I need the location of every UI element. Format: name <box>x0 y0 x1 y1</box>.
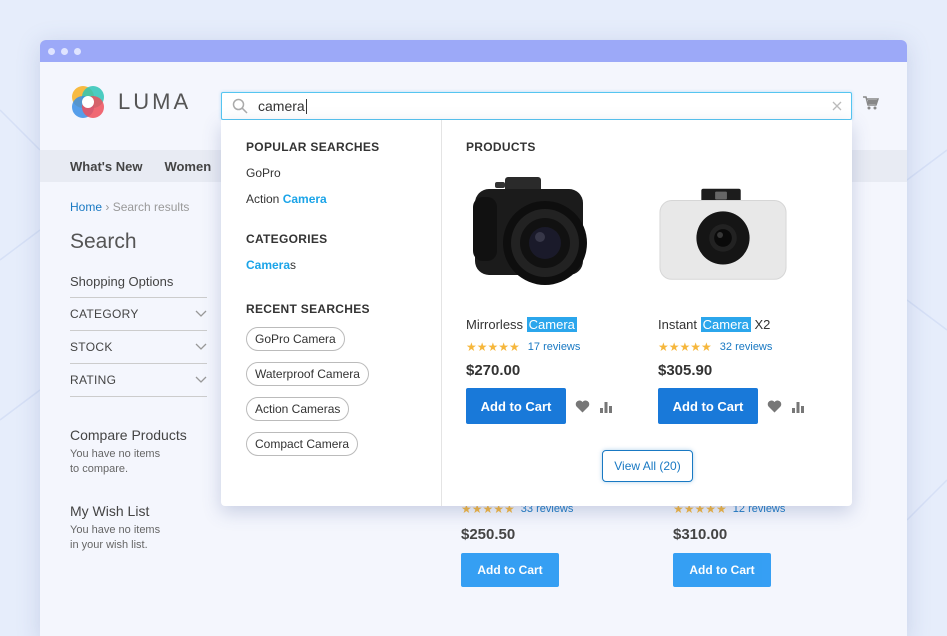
product-actions: Add to Cart <box>466 388 646 424</box>
breadcrumb-separator-icon: › <box>105 200 110 214</box>
heart-icon[interactable] <box>767 400 782 413</box>
filter-label: RATING <box>70 373 117 387</box>
nav-item-whats-new[interactable]: What's New <box>70 159 142 174</box>
add-to-cart-button[interactable]: Add to Cart <box>673 553 771 587</box>
suggestion-text: GoPro <box>246 166 281 180</box>
product-name-match: Camera <box>526 317 577 332</box>
products-title: PRODUCTS <box>466 140 536 154</box>
search-input[interactable]: camera <box>258 98 307 115</box>
view-all-button[interactable]: View All (20) <box>602 450 693 482</box>
compare-chart-icon[interactable] <box>791 400 805 413</box>
product-card: Mirrorless Camera ★★★★★ 17 reviews $270.… <box>466 170 646 424</box>
luma-logo-icon <box>72 86 104 118</box>
search-icon <box>232 98 248 114</box>
search-input-value: camera <box>258 97 305 114</box>
product-rating: ★★★★★ 32 reviews <box>658 340 838 354</box>
recent-search-pill[interactable]: Waterproof Camera <box>246 362 369 386</box>
sidebar: Home › Search results Search Shopping Op… <box>70 200 207 553</box>
add-to-cart-button[interactable]: Add to Cart <box>466 388 566 424</box>
list-item: ★★★★★ 33 reviews $250.50 Add to Cart <box>461 502 581 587</box>
add-to-cart-button[interactable]: Add to Cart <box>461 553 559 587</box>
close-icon[interactable] <box>831 100 843 112</box>
chevron-down-icon <box>195 310 207 317</box>
add-to-cart-button[interactable]: Add to Cart <box>658 388 758 424</box>
product-price: $270.00 <box>466 362 521 379</box>
popular-searches-title: POPULAR SEARCHES <box>246 140 380 154</box>
recent-search-pill[interactable]: Compact Camera <box>246 432 359 456</box>
dslr-camera-image <box>473 177 587 285</box>
chevron-down-icon <box>195 343 207 350</box>
suggestion-match: Camera <box>282 192 327 206</box>
product-name-match: Camera <box>700 317 751 332</box>
star-rating-icon: ★★★★★ <box>658 340 712 354</box>
search-box[interactable]: camera <box>221 92 852 120</box>
category-item[interactable]: Cameras <box>246 258 441 272</box>
filter-stock[interactable]: STOCK <box>70 331 207 364</box>
recent-search-pill[interactable]: GoPro Camera <box>246 327 345 351</box>
browser-window: LUMA What's New Women Home › Search resu… <box>40 40 907 636</box>
product-name[interactable]: Mirrorless Camera <box>466 317 646 332</box>
cart-icon[interactable] <box>863 96 880 115</box>
chevron-down-icon <box>195 376 207 383</box>
product-price: $310.00 <box>673 526 728 543</box>
product-image[interactable] <box>466 170 596 298</box>
logo[interactable]: LUMA <box>70 84 191 120</box>
list-item: ★★★★★ 12 reviews $310.00 Add to Cart <box>673 502 793 587</box>
product-image[interactable] <box>658 170 788 298</box>
product-name[interactable]: Instant Camera X2 <box>658 317 838 332</box>
star-rating-icon: ★★★★★ <box>466 340 520 354</box>
filter-label: CATEGORY <box>70 307 139 321</box>
product-name-text: Mirrorless <box>466 317 527 332</box>
page-title: Search <box>70 230 137 253</box>
product-rating: ★★★★★ 17 reviews <box>466 340 646 354</box>
categories-title: CATEGORIES <box>246 232 328 246</box>
breadcrumb-current: Search results <box>112 200 190 214</box>
recent-searches-title: RECENT SEARCHES <box>246 302 370 316</box>
breadcrumb: Home › Search results <box>70 200 207 214</box>
product-actions: Add to Cart <box>658 388 838 424</box>
reviews-link[interactable]: 17 reviews <box>528 341 581 353</box>
text-caret <box>305 99 307 115</box>
suggestion-text: Action <box>246 192 283 206</box>
product-card: Instant Camera X2 ★★★★★ 32 reviews $305.… <box>658 170 838 424</box>
nav-item-women[interactable]: Women <box>164 159 211 174</box>
window-dot[interactable] <box>74 47 81 55</box>
search-autocomplete-dropdown: POPULAR SEARCHES GoPro Action Camera CAT… <box>221 120 852 506</box>
wishlist-text-line: You have no items <box>70 524 161 536</box>
compare-products-text: You have no items to compare. <box>70 447 207 477</box>
product-name-text: Instant <box>658 317 701 332</box>
wishlist-text-line: in your wish list. <box>70 539 148 551</box>
filter-rating[interactable]: RATING <box>70 364 207 397</box>
wishlist-title: My Wish List <box>70 503 150 519</box>
popular-search-item[interactable]: GoPro <box>246 166 441 180</box>
filter-label: STOCK <box>70 340 113 354</box>
instant-camera-image <box>659 188 787 280</box>
logo-text: LUMA <box>118 89 192 114</box>
compare-chart-icon[interactable] <box>599 400 613 413</box>
shopping-options-heading: Shopping Options <box>70 274 207 298</box>
product-name-text: X2 <box>750 317 771 332</box>
product-price: $250.50 <box>461 526 516 543</box>
compare-text-line: You have no items <box>70 448 161 460</box>
reviews-link[interactable]: 32 reviews <box>720 341 773 353</box>
products-column: PRODUCTS Mirrorless Camera ★★★★★ 17 revi… <box>442 120 852 506</box>
suggestions-column: POPULAR SEARCHES GoPro Action Camera CAT… <box>221 120 442 506</box>
filter-category[interactable]: CATEGORY <box>70 298 207 331</box>
breadcrumb-home-link[interactable]: Home <box>70 200 102 214</box>
compare-text-line: to compare. <box>70 463 129 475</box>
product-price: $305.90 <box>658 362 713 379</box>
wishlist-text: You have no items in your wish list. <box>70 523 207 553</box>
recent-search-pill[interactable]: Action Cameras <box>246 397 350 421</box>
suggestion-match: Camera <box>246 258 291 272</box>
compare-products-title: Compare Products <box>70 427 187 443</box>
heart-icon[interactable] <box>575 400 590 413</box>
window-titlebar <box>40 40 907 62</box>
window-dot[interactable] <box>61 47 68 55</box>
popular-search-item[interactable]: Action Camera <box>246 192 441 206</box>
window-dot[interactable] <box>48 47 55 55</box>
suggestion-text: s <box>290 258 297 272</box>
